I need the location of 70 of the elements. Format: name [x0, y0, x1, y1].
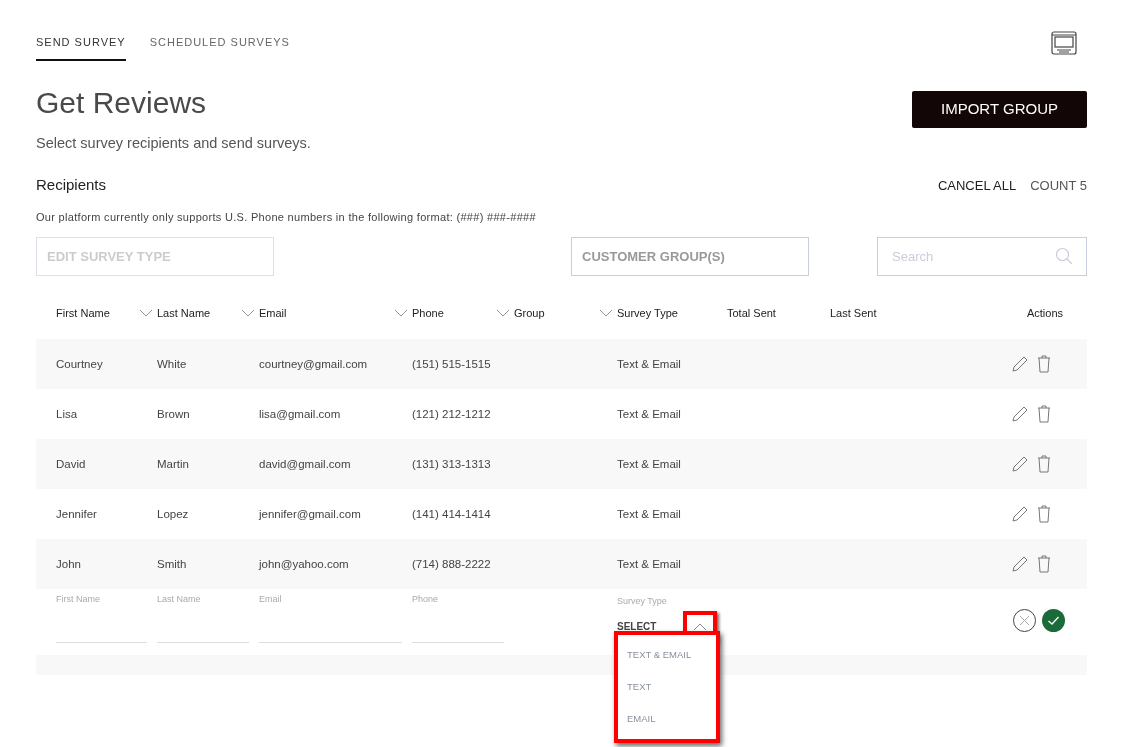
trash-icon[interactable] [1037, 555, 1051, 574]
page-title: Get Reviews [36, 84, 208, 121]
table-cell: Text & Email [617, 507, 681, 520]
column-header[interactable]: First Name [56, 305, 110, 322]
column-header[interactable]: Total Sent [727, 305, 776, 322]
table-cell: (121) 212-1212 [412, 407, 491, 420]
field-label: Phone [412, 593, 440, 607]
monitor-icon[interactable] [1051, 31, 1077, 57]
table-cell: (714) 888-2222 [412, 557, 491, 570]
pencil-icon[interactable] [1011, 355, 1029, 374]
table-cell: Brown [157, 407, 190, 420]
customer-groups-field[interactable]: CUSTOMER GROUP(S) [571, 237, 809, 277]
trash-icon[interactable] [1037, 505, 1051, 524]
table-cell: Lisa [56, 407, 78, 420]
table-cell: lisa@gmail.com [259, 407, 341, 420]
tab[interactable]: SCHEDULED SURVEYS [149, 34, 290, 61]
table-cell: Smith [157, 557, 187, 570]
search-icon [1055, 247, 1073, 266]
column-header[interactable]: Email [259, 305, 287, 322]
table-cell: Martin [157, 457, 189, 470]
caret-down-icon [599, 309, 613, 318]
tab[interactable]: SEND SURVEY [36, 34, 126, 61]
cancel-icon[interactable] [1013, 609, 1036, 633]
trash-icon[interactable] [1037, 355, 1051, 374]
table-cell: Text & Email [617, 457, 681, 470]
caret-down-icon [241, 309, 255, 318]
table-cell: Text & Email [617, 357, 681, 370]
table-cell: (131) 313-1313 [412, 457, 491, 470]
survey-type-select[interactable]: SELECT [617, 619, 683, 635]
field-label: Survey Type [617, 595, 668, 609]
column-header[interactable]: Last Sent [830, 305, 877, 322]
caret-up-icon [693, 622, 707, 631]
column-header[interactable]: Group [514, 305, 545, 322]
table-cell: Text & Email [617, 557, 681, 570]
confirm-icon[interactable] [1042, 609, 1065, 633]
table-cell: Jennifer [56, 507, 97, 520]
section-heading: Recipients [36, 175, 107, 196]
count-label: COUNT 5 [1030, 176, 1087, 195]
pencil-icon[interactable] [1011, 455, 1029, 474]
column-header[interactable]: Last Name [157, 305, 211, 322]
phone-format-note: Our platform currently only supports U.S. Phone numbers in the following format: (###) ###-#### [36, 209, 537, 225]
column-header[interactable]: Survey Type [617, 305, 678, 322]
caret-down-icon [139, 309, 153, 318]
trash-icon[interactable] [1037, 455, 1051, 474]
table-cell: (141) 414-1414 [412, 507, 491, 520]
table-cell: john@yahoo.com [259, 557, 349, 570]
import-group-button[interactable]: IMPORT GROUP [912, 90, 1087, 128]
table-cell: Lopez [157, 507, 189, 520]
cancel-all-link[interactable]: CANCEL ALL [937, 175, 1017, 196]
table-cell: John [56, 557, 81, 570]
pencil-icon[interactable] [1011, 405, 1029, 424]
pencil-icon[interactable] [1011, 555, 1029, 574]
table-cell: david@gmail.com [259, 457, 351, 470]
trash-icon[interactable] [1037, 405, 1051, 424]
column-header[interactable]: Actions [1026, 305, 1063, 322]
table-cell: Text & Email [617, 407, 681, 420]
caret-down-icon [394, 309, 408, 318]
table-cell: David [56, 457, 86, 470]
column-header[interactable]: Phone [412, 305, 444, 322]
table-cell: jennifer@gmail.com [259, 507, 361, 520]
page-subtitle: Select survey recipients and send surveys. [36, 133, 311, 153]
table-cell: (151) 515-1515 [412, 357, 491, 370]
field-label: Last Name [157, 593, 202, 607]
table-cell: courtney@gmail.com [259, 357, 368, 370]
pencil-icon[interactable] [1011, 505, 1029, 524]
field-label: Email [259, 593, 283, 607]
table-cell: Courtney [56, 357, 103, 370]
caret-down-icon [496, 309, 510, 318]
field-label: First Name [56, 593, 101, 607]
table-cell: White [157, 357, 187, 370]
